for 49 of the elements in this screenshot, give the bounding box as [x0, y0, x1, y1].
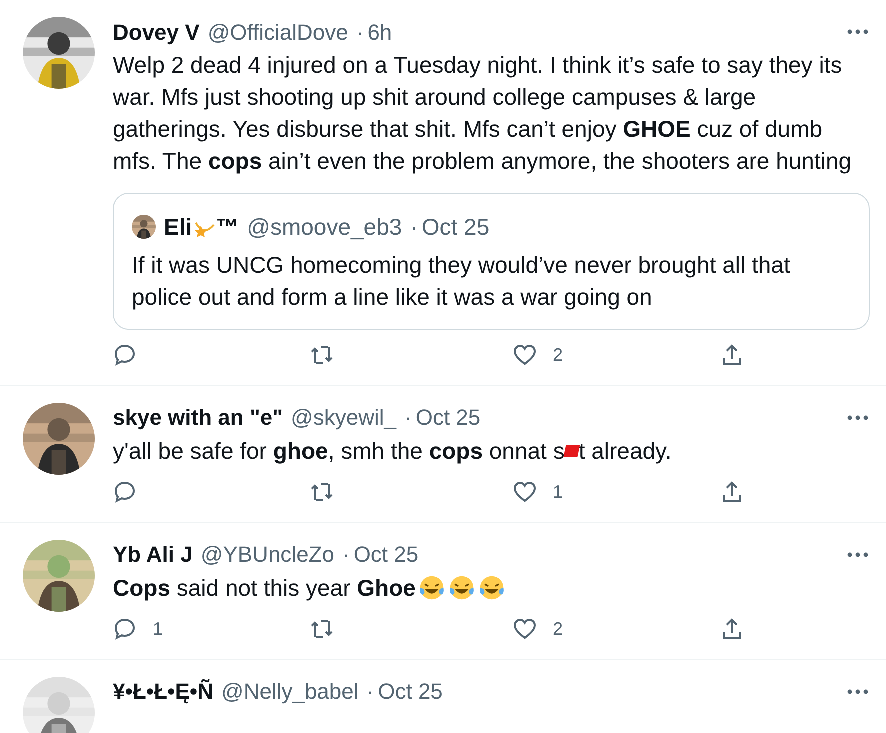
author-name[interactable]: skye with an "e" [113, 401, 284, 434]
laughing-emoji-icon [418, 574, 446, 602]
author-name[interactable]: Yb Ali J [113, 538, 193, 571]
quoted-tweet-text: If it was UNCG homecoming they would’ve never brought all that police out and form a line like it was a war going on [132, 250, 792, 312]
separator-dot: · [356, 18, 364, 46]
retweet-icon[interactable] [310, 343, 334, 367]
like-count: 2 [553, 618, 564, 640]
tweet-time[interactable]: Oct 25 [354, 538, 419, 571]
laughing-emoji-icon [448, 574, 476, 602]
tweet-time[interactable]: Oct 25 [416, 401, 481, 434]
share-icon[interactable] [720, 343, 744, 367]
share-icon[interactable] [720, 480, 744, 504]
laughing-emoji-icon [478, 574, 506, 602]
author-handle[interactable]: @skyewil_ [291, 401, 397, 434]
tweet-time[interactable]: Oct 25 [378, 675, 443, 708]
tweet-text: Welp 2 dead 4 injured on a Tuesday night. I think it’s safe to say they its war. Mfs just shooting up shit around college campuses & large gatherings. Yes disburse that shit. Mfs can’t enjoy GHOE cuz of dumb mfs. The cops ain’t even the problem anymore, the shooters are hunting [113, 51, 853, 176]
more-icon[interactable] [846, 550, 870, 558]
share-icon[interactable] [720, 617, 744, 641]
author-handle[interactable]: @YBUncleZo [200, 538, 334, 571]
retweet-icon[interactable] [310, 480, 334, 504]
separator-dot: · [404, 404, 412, 432]
like-count: 2 [553, 344, 564, 366]
reply-icon[interactable] [113, 480, 137, 504]
more-icon[interactable] [846, 414, 870, 422]
heart-icon[interactable] [513, 617, 537, 641]
author-handle[interactable]: @Nelly_babel [221, 675, 359, 708]
quoted-tweet-card[interactable]: Eli ™ @smoove_eb3 · Oct 25 If it was UNCG homecoming they would’ve never brought all that police out and form a line like it was a war going on [113, 193, 870, 330]
heart-icon[interactable] [513, 480, 537, 504]
tweet-time[interactable]: 6h [368, 16, 392, 48]
reply-icon[interactable] [113, 343, 137, 367]
separator-dot: · [366, 678, 374, 706]
more-icon[interactable] [846, 688, 870, 696]
separator-dot: · [410, 213, 418, 242]
redaction-mark [564, 444, 580, 456]
retweet-icon[interactable] [310, 617, 334, 641]
tweet-text: y'all be safe for ghoe, smh the cops onnat s t already. [113, 436, 673, 466]
author-name[interactable]: Eli ™ [164, 210, 240, 244]
author-name[interactable]: ¥•Ł•Ł•Ę•Ñ [113, 675, 214, 708]
heart-icon[interactable] [513, 343, 537, 367]
separator-dot: · [342, 541, 350, 569]
reply-count: 1 [153, 618, 164, 640]
author-name[interactable]: Dovey V [113, 16, 200, 48]
tweet-text: Cops said not this year Ghoe [113, 572, 870, 604]
more-icon[interactable] [846, 28, 870, 36]
author-handle[interactable]: @OfficialDove [208, 16, 348, 48]
like-count: 1 [553, 480, 564, 504]
author-handle[interactable]: @smoove_eb3 [247, 210, 402, 244]
reply-icon[interactable] [113, 617, 137, 641]
tweet-time[interactable]: Oct 25 [422, 210, 490, 244]
